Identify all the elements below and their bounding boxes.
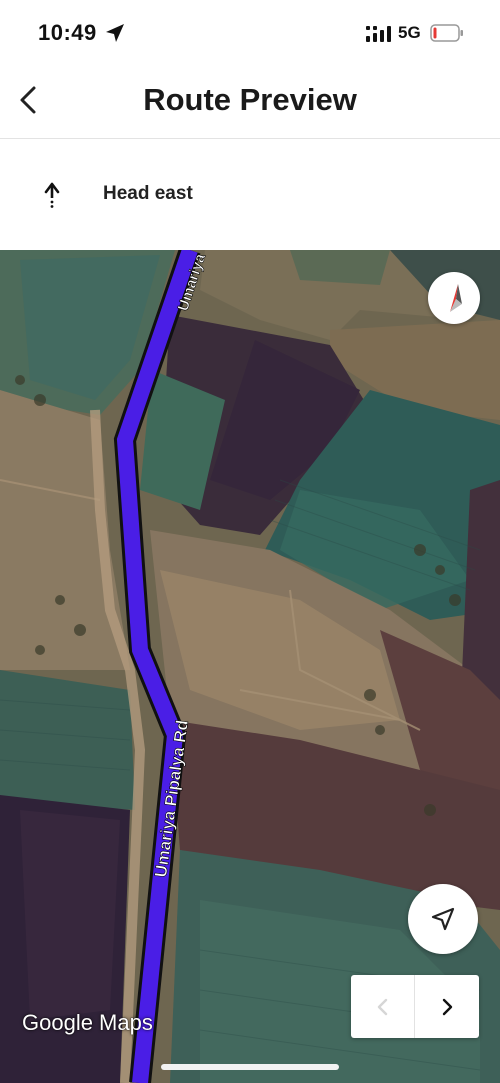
home-indicator: [161, 1064, 339, 1070]
direction-text: Head east: [103, 183, 193, 204]
map-attribution: Google Maps: [22, 1010, 153, 1035]
chevron-left-icon: [377, 998, 388, 1016]
next-step-button[interactable]: [415, 975, 479, 1038]
chevron-right-icon: [442, 998, 453, 1016]
location-arrow-icon: [106, 24, 124, 42]
page-title: Route Preview: [143, 82, 357, 117]
step-navigation: [351, 975, 479, 1038]
satellite-map: Umariya Umariya Pipalya Rd: [0, 250, 500, 1083]
direction-panel: Head east: [0, 139, 500, 250]
compass-icon: [450, 284, 462, 312]
compass-button[interactable]: [428, 272, 480, 324]
recenter-button[interactable]: [408, 884, 478, 954]
network-label: 5G: [398, 23, 421, 42]
previous-step-button[interactable]: [351, 975, 415, 1038]
signal-icon: [366, 26, 391, 42]
arrow-up-icon: [44, 182, 60, 208]
navigation-arrow-icon: [431, 907, 455, 931]
map-view[interactable]: Umariya Umariya Pipalya Rd Google Maps: [0, 250, 500, 1083]
battery-icon: [430, 24, 463, 42]
header: Route Preview: [0, 66, 500, 139]
status-bar: 10:49 5G: [0, 0, 500, 66]
status-time: 10:49: [38, 20, 97, 45]
